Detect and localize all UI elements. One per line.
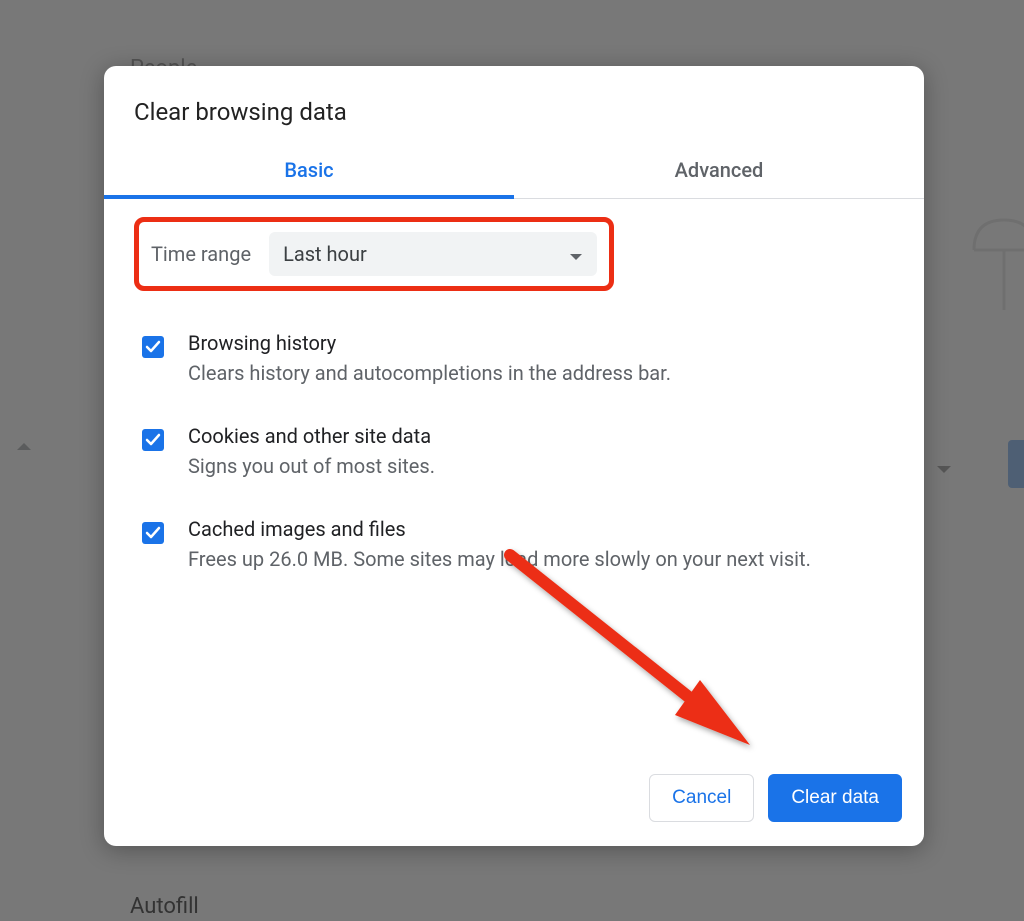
tab-basic[interactable]: Basic [104, 144, 514, 198]
time-range-label: Time range [151, 242, 251, 266]
option-title: Cached images and files [188, 517, 894, 541]
dialog-footer: Cancel Clear data [104, 774, 924, 846]
option-desc: Signs you out of most sites. [188, 452, 894, 481]
option-cookies: Cookies and other site data Signs you ou… [134, 412, 894, 505]
checkbox-cached[interactable] [142, 522, 164, 544]
checkbox-browsing-history[interactable] [142, 336, 164, 358]
caret-down-icon [569, 242, 583, 266]
check-icon [145, 526, 161, 540]
tab-advanced[interactable]: Advanced [514, 144, 924, 198]
option-title: Browsing history [188, 331, 894, 355]
checkbox-cookies[interactable] [142, 429, 164, 451]
cancel-button[interactable]: Cancel [649, 774, 754, 822]
option-title: Cookies and other site data [188, 424, 894, 448]
dialog-title: Clear browsing data [104, 66, 924, 144]
option-desc: Clears history and autocompletions in th… [188, 359, 894, 388]
clear-data-button[interactable]: Clear data [768, 774, 902, 822]
check-icon [145, 433, 161, 447]
option-desc: Frees up 26.0 MB. Some sites may load mo… [188, 545, 894, 574]
option-cached: Cached images and files Frees up 26.0 MB… [134, 505, 894, 598]
time-range-value: Last hour [283, 242, 367, 266]
annotation-highlight-box: Time range Last hour [134, 217, 614, 291]
check-icon [145, 340, 161, 354]
option-browsing-history: Browsing history Clears history and auto… [134, 319, 894, 412]
time-range-select[interactable]: Last hour [269, 232, 597, 276]
dialog-content: Time range Last hour Browsing history Cl… [104, 199, 924, 774]
bg-section-autofill: Autofill [130, 894, 199, 919]
tabs: Basic Advanced [104, 144, 924, 199]
clear-browsing-data-dialog: Clear browsing data Basic Advanced Time … [104, 66, 924, 846]
